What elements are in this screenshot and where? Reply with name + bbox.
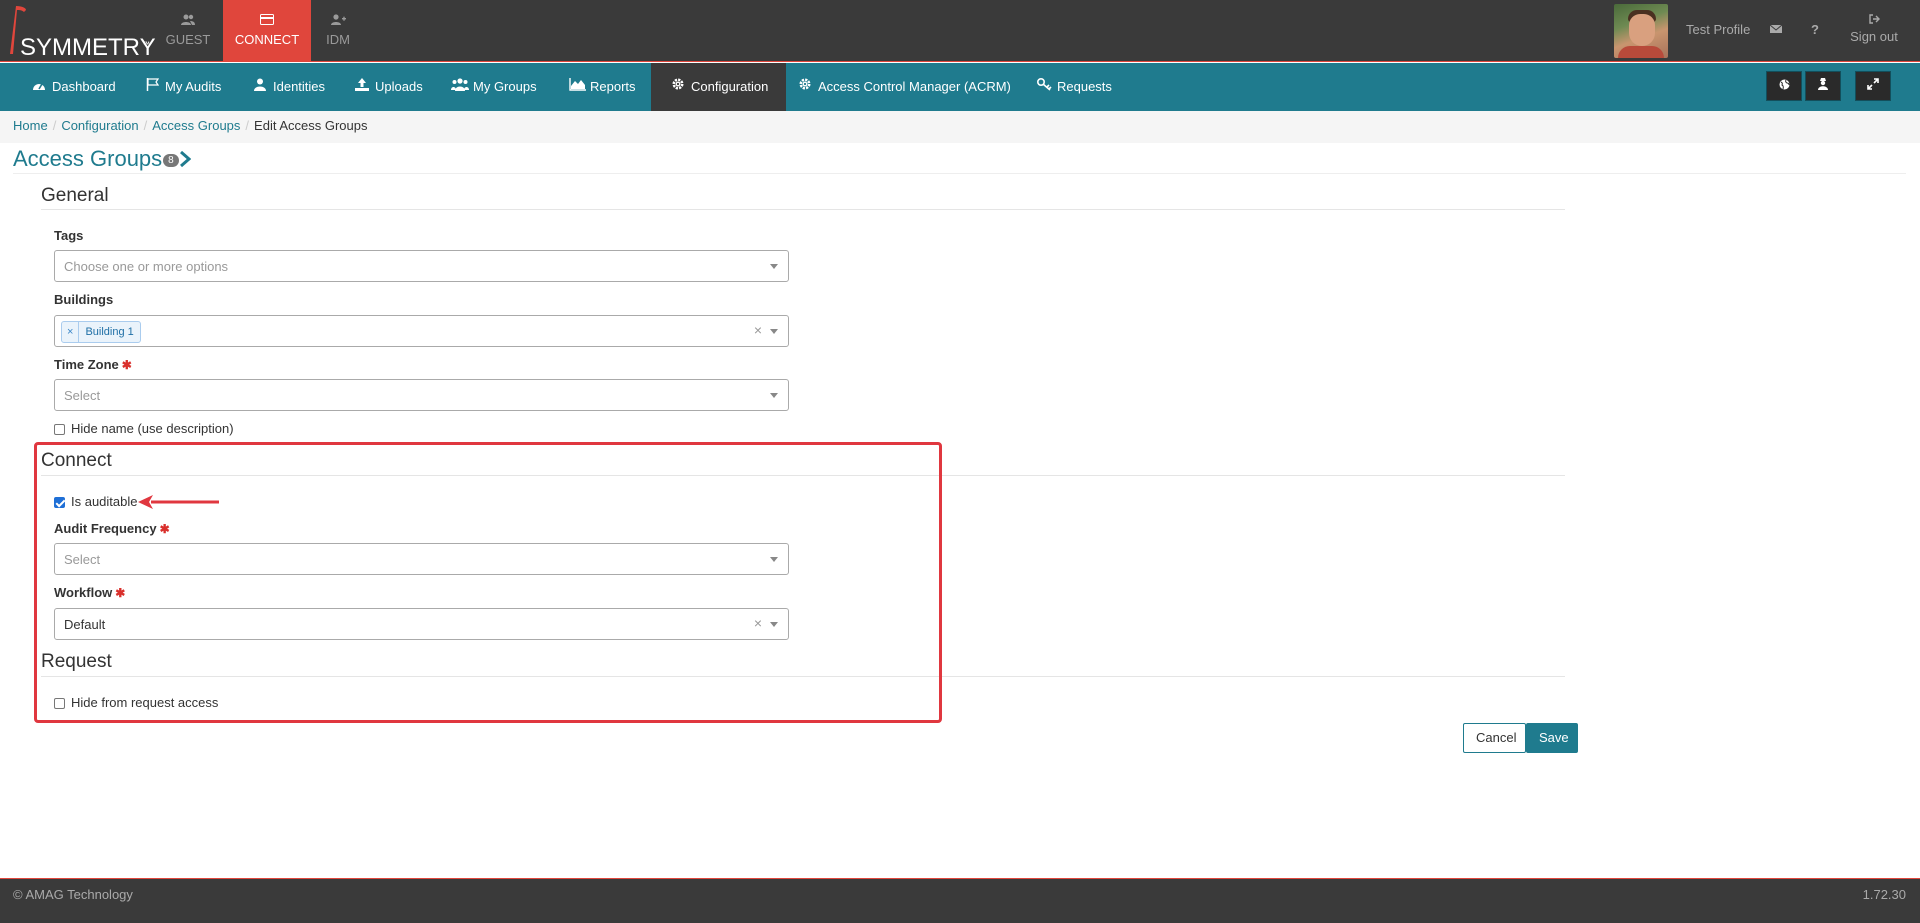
- required-icon: ✱: [121, 358, 132, 372]
- nav-item-label: Configuration: [691, 79, 769, 94]
- nav-item-identities[interactable]: Identities: [251, 63, 325, 111]
- nav-item-label: Identities: [273, 79, 326, 94]
- hide-name-checkbox[interactable]: [54, 424, 65, 435]
- expand-icon: [1867, 78, 1879, 90]
- area-chart-icon: [568, 63, 586, 111]
- hide-name-label: Hide name (use description): [71, 421, 234, 436]
- gear-icon: [669, 63, 687, 111]
- user-secret-button[interactable]: [1805, 71, 1841, 101]
- arrow-annotation-icon: [138, 495, 219, 509]
- hide-name-row: Hide name (use description): [54, 421, 234, 436]
- page-title: Access Groups 8: [13, 146, 192, 173]
- time-zone-label: Time Zone ✱: [54, 357, 132, 372]
- sign-out-button[interactable]: Sign out: [1846, 14, 1902, 44]
- globe-button[interactable]: [1766, 71, 1802, 101]
- tags-label: Tags: [54, 228, 84, 243]
- user-icon: [251, 63, 269, 111]
- caret-down-icon: [770, 393, 778, 398]
- version: 1.72.30: [1862, 887, 1906, 902]
- caret-down-icon: [770, 329, 778, 334]
- nav-item-label: Access Control Manager (ACRM): [818, 79, 1011, 94]
- symmetry-logo[interactable]: SYMMETRY ™: [6, 4, 156, 61]
- user-plus-icon: [294, 14, 382, 30]
- envelope-icon[interactable]: [1769, 22, 1783, 37]
- sign-out-icon: [1846, 14, 1902, 27]
- nav-item-label: My Groups: [473, 79, 537, 94]
- count-badge: 8: [163, 153, 179, 167]
- buildings-label: Buildings: [54, 292, 114, 307]
- tags-select[interactable]: Choose one or more options: [54, 250, 789, 282]
- breadcrumb-home[interactable]: Home: [13, 118, 48, 133]
- cancel-button[interactable]: Cancel: [1463, 723, 1526, 753]
- key-icon: [1035, 63, 1053, 111]
- nav-item-my-groups[interactable]: My Groups: [451, 63, 537, 111]
- nav-item-reports[interactable]: Reports: [568, 63, 636, 111]
- sign-out-label: Sign out: [1850, 29, 1898, 44]
- caret-down-icon: [770, 264, 778, 269]
- section-divider: [41, 209, 1565, 210]
- save-button[interactable]: Save: [1526, 723, 1578, 753]
- app-tab-guest[interactable]: GUEST: [144, 0, 232, 62]
- copyright: © AMAG Technology: [13, 887, 133, 902]
- upload-icon: [353, 63, 371, 111]
- profile-name[interactable]: Test Profile: [1686, 22, 1750, 37]
- chevron-right-icon[interactable]: [179, 147, 192, 173]
- breadcrumb-current: Edit Access Groups: [254, 118, 368, 133]
- breadcrumb-access-groups[interactable]: Access Groups: [152, 118, 240, 133]
- expand-button[interactable]: [1855, 71, 1891, 101]
- gear-icon: [796, 63, 814, 111]
- app-tab-label: GUEST: [165, 32, 211, 47]
- top-bar: SYMMETRY ™ GUEST CONNECT IDM Test Profil…: [0, 0, 1920, 62]
- footer: © AMAG Technology 1.72.30: [0, 878, 1920, 923]
- help-icon[interactable]: ?: [1811, 22, 1819, 37]
- nav-item-label: Dashboard: [52, 79, 116, 94]
- nav-item-dashboard[interactable]: Dashboard: [30, 63, 116, 111]
- section-general-legend: General: [41, 185, 109, 206]
- nav-item-configuration[interactable]: Configuration: [651, 63, 787, 111]
- app-tab-idm[interactable]: IDM: [294, 0, 382, 62]
- user-secret-icon: [1818, 78, 1828, 90]
- breadcrumb-configuration[interactable]: Configuration: [61, 118, 138, 133]
- clear-icon[interactable]: ×: [754, 322, 762, 338]
- globe-icon: [1779, 79, 1789, 90]
- buildings-select[interactable]: × Building 1 ×: [54, 315, 789, 347]
- title-divider: [13, 173, 1906, 174]
- breadcrumb: Home / Configuration / Access Groups / Edit Ac…: [0, 111, 1920, 143]
- nav-item-acrm[interactable]: Access Control Manager (ACRM): [796, 63, 1011, 111]
- building-chip-label: Building 1: [85, 326, 134, 338]
- time-zone-select[interactable]: Select: [54, 379, 789, 411]
- building-chip: × Building 1: [61, 321, 141, 343]
- users-icon: [144, 14, 232, 30]
- nav-item-label: My Audits: [165, 79, 222, 94]
- group-icon: [451, 63, 469, 111]
- remove-chip-icon[interactable]: ×: [62, 322, 80, 342]
- nav-item-label: Uploads: [375, 79, 423, 94]
- main-nav: Dashboard My Audits Identities Uploads M…: [0, 63, 1920, 111]
- avatar[interactable]: [1614, 4, 1668, 58]
- flag-icon: [143, 63, 161, 111]
- page-title-text: Access Groups: [13, 146, 163, 171]
- nav-item-my-audits[interactable]: My Audits: [143, 63, 221, 111]
- tags-placeholder: Choose one or more options: [64, 259, 229, 274]
- brand-name: SYMMETRY: [20, 34, 156, 61]
- nav-item-requests[interactable]: Requests: [1035, 63, 1112, 111]
- time-zone-placeholder: Select: [64, 388, 101, 403]
- app-tab-label: IDM: [326, 32, 350, 47]
- nav-item-label: Requests: [1057, 79, 1112, 94]
- nav-item-label: Reports: [590, 79, 636, 94]
- nav-item-uploads[interactable]: Uploads: [353, 63, 423, 111]
- highlight-annotation: [34, 442, 942, 723]
- dashboard-icon: [30, 63, 48, 111]
